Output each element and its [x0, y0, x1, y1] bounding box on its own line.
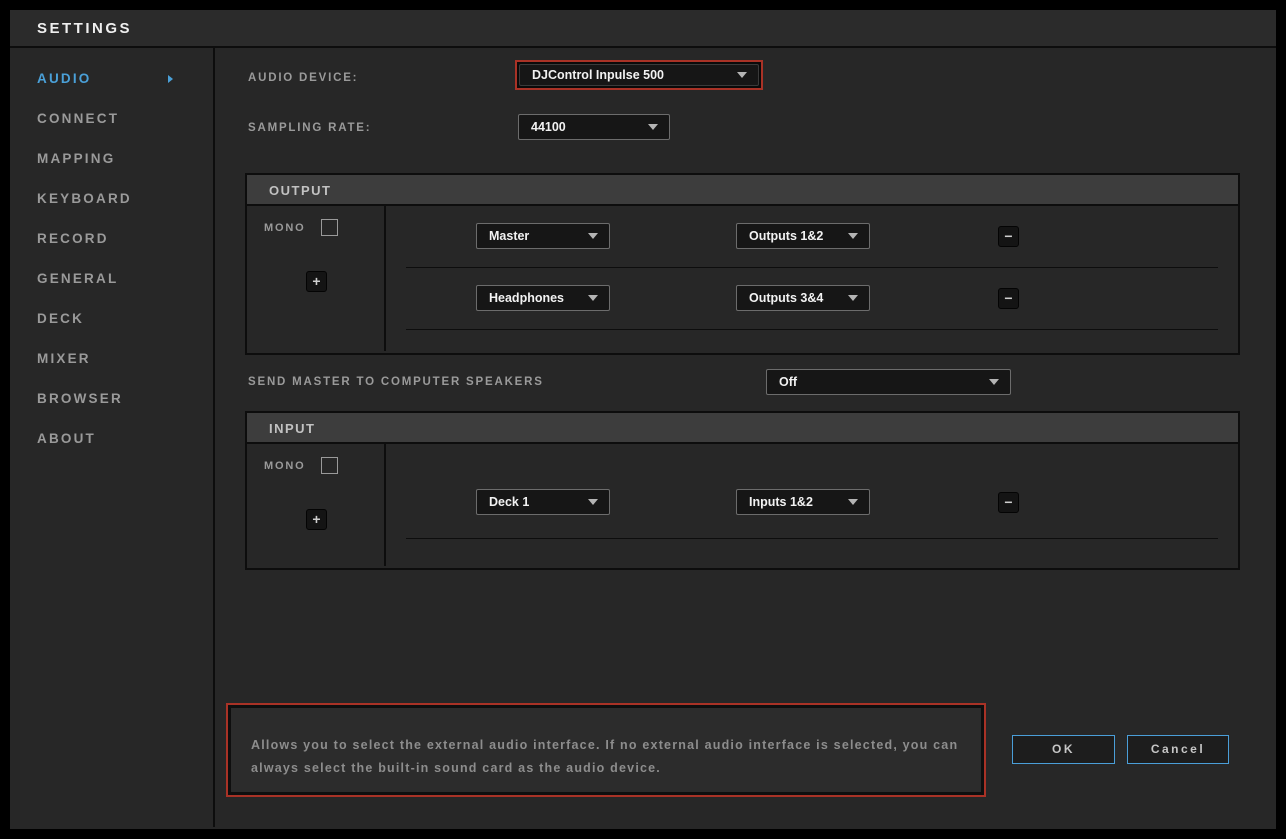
output-source-dropdown[interactable]: Master: [476, 223, 610, 249]
dropdown-arrow-icon: [848, 295, 858, 301]
output-mono-label: MONO: [264, 222, 305, 234]
dropdown-arrow-icon: [737, 72, 747, 78]
input-add-button[interactable]: +: [306, 509, 327, 530]
output-source-dropdown[interactable]: Headphones: [476, 285, 610, 311]
audio-device-label: AUDIO DEVICE:: [248, 72, 358, 84]
cancel-button[interactable]: Cancel: [1127, 735, 1229, 764]
input-rows: Deck 1 Inputs 1&2 −: [388, 444, 1238, 566]
send-master-value: Off: [779, 375, 797, 389]
settings-window-frame: SETTINGS AUDIO CONNECT MAPPING KEYBOARD …: [0, 0, 1286, 839]
settings-window: SETTINGS AUDIO CONNECT MAPPING KEYBOARD …: [10, 10, 1276, 829]
sidebar-item-connect[interactable]: CONNECT: [10, 99, 213, 139]
input-target-dropdown[interactable]: Inputs 1&2: [736, 489, 870, 515]
input-section: INPUT MONO + Deck 1: [245, 411, 1240, 570]
dropdown-arrow-icon: [848, 233, 858, 239]
output-source-value: Headphones: [489, 291, 564, 305]
input-row: Deck 1 Inputs 1&2 −: [388, 444, 1238, 539]
output-remove-button[interactable]: −: [998, 288, 1019, 309]
audio-device-value: DJControl Inpulse 500: [532, 68, 664, 82]
minus-icon: −: [1004, 228, 1012, 244]
send-master-dropdown[interactable]: Off: [766, 369, 1011, 395]
dropdown-arrow-icon: [588, 295, 598, 301]
sidebar-item-mixer[interactable]: MIXER: [10, 339, 213, 379]
output-mono-checkbox[interactable]: [321, 219, 338, 236]
dropdown-arrow-icon: [848, 499, 858, 505]
sidebar-item-general[interactable]: GENERAL: [10, 259, 213, 299]
sidebar-item-label: AUDIO: [37, 71, 92, 86]
output-section: OUTPUT MONO + Master: [245, 173, 1240, 355]
add-icon: +: [312, 273, 320, 289]
input-section-title: INPUT: [247, 413, 1238, 444]
add-icon: +: [312, 511, 320, 527]
output-target-value: Outputs 3&4: [749, 291, 823, 305]
sidebar-item-browser[interactable]: BROWSER: [10, 379, 213, 419]
active-item-arrow-icon: [168, 75, 173, 83]
sampling-rate-value: 44100: [531, 120, 566, 134]
input-source-value: Deck 1: [489, 495, 529, 509]
output-target-dropdown[interactable]: Outputs 1&2: [736, 223, 870, 249]
input-target-value: Inputs 1&2: [749, 495, 813, 509]
ok-button[interactable]: OK: [1012, 735, 1115, 764]
input-remove-button[interactable]: −: [998, 492, 1019, 513]
row-separator: [406, 329, 1218, 330]
sidebar-item-keyboard[interactable]: KEYBOARD: [10, 179, 213, 219]
output-row: Master Outputs 1&2 −: [388, 206, 1238, 268]
help-text: Allows you to select the external audio …: [251, 734, 959, 780]
output-controls-column: MONO +: [247, 206, 386, 351]
output-target-dropdown[interactable]: Outputs 3&4: [736, 285, 870, 311]
input-source-dropdown[interactable]: Deck 1: [476, 489, 610, 515]
output-rows: Master Outputs 1&2 −: [388, 206, 1238, 351]
row-separator: [406, 538, 1218, 539]
sidebar-item-record[interactable]: RECORD: [10, 219, 213, 259]
output-target-value: Outputs 1&2: [749, 229, 823, 243]
input-mono-checkbox[interactable]: [321, 457, 338, 474]
dropdown-arrow-icon: [588, 233, 598, 239]
dropdown-arrow-icon: [989, 379, 999, 385]
sidebar-item-about[interactable]: ABOUT: [10, 419, 213, 459]
output-section-title: OUTPUT: [247, 175, 1238, 206]
output-source-value: Master: [489, 229, 529, 243]
sidebar-item-deck[interactable]: DECK: [10, 299, 213, 339]
sampling-rate-dropdown[interactable]: 44100: [518, 114, 670, 140]
sidebar-item-audio[interactable]: AUDIO: [10, 59, 213, 99]
output-row: Headphones Outputs 3&4 −: [388, 268, 1238, 330]
audio-settings-panel: AUDIO DEVICE: DJControl Inpulse 500 SAMP…: [215, 48, 1276, 827]
window-title: SETTINGS: [10, 10, 1276, 48]
minus-icon: −: [1004, 494, 1012, 510]
dropdown-arrow-icon: [588, 499, 598, 505]
audio-device-highlight: DJControl Inpulse 500: [515, 60, 763, 90]
settings-sidebar: AUDIO CONNECT MAPPING KEYBOARD RECORD GE…: [10, 48, 215, 827]
output-add-button[interactable]: +: [306, 271, 327, 292]
input-mono-label: MONO: [264, 460, 305, 472]
input-controls-column: MONO +: [247, 444, 386, 566]
dropdown-arrow-icon: [648, 124, 658, 130]
output-remove-button[interactable]: −: [998, 226, 1019, 247]
sidebar-item-mapping[interactable]: MAPPING: [10, 139, 213, 179]
minus-icon: −: [1004, 290, 1012, 306]
help-description-box: Allows you to select the external audio …: [226, 703, 986, 797]
sampling-rate-label: SAMPLING RATE:: [248, 122, 371, 134]
send-master-label: SEND MASTER TO COMPUTER SPEAKERS: [248, 376, 544, 388]
audio-device-dropdown[interactable]: DJControl Inpulse 500: [519, 64, 759, 86]
